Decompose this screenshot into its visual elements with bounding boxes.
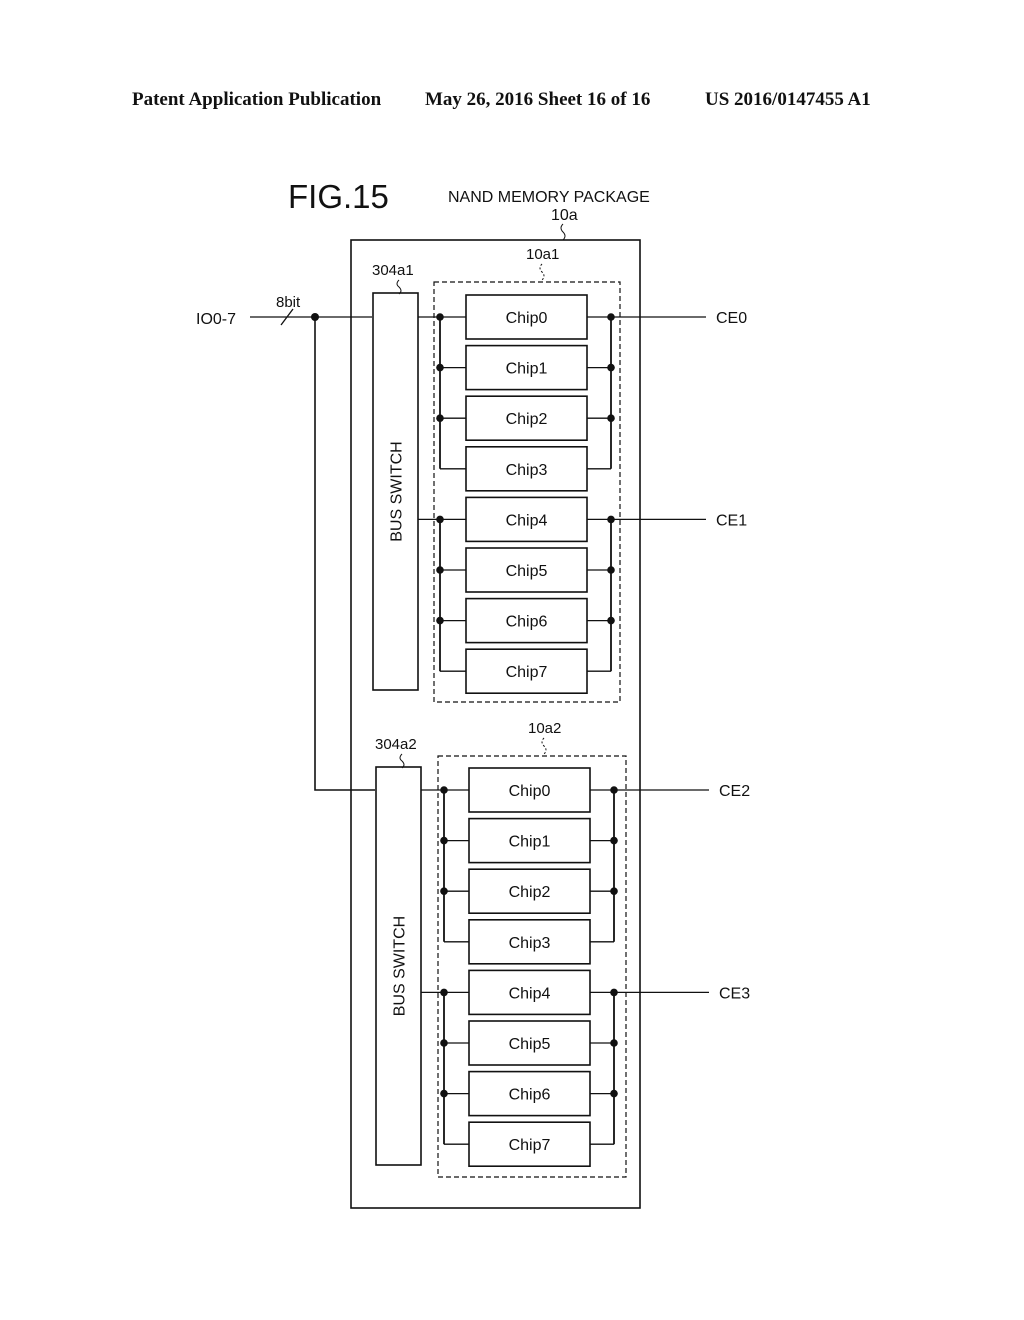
chip-group-ref: 10a2	[528, 720, 561, 737]
chip-label: Chip7	[506, 664, 548, 681]
chip-label: Chip3	[509, 935, 551, 952]
chip-label: Chip2	[509, 884, 551, 901]
chip-label: Chip3	[506, 462, 548, 479]
junction-dot	[607, 616, 615, 625]
input-label: IO0-7	[196, 311, 236, 328]
junction-dot	[436, 515, 444, 524]
chip-group-ref-leader	[541, 737, 547, 755]
chip-label: Chip6	[509, 1087, 551, 1104]
junction-dot	[436, 363, 444, 372]
chip-label: Chip4	[509, 985, 551, 1002]
figure-title: FIG.15	[288, 178, 389, 215]
junction-dot	[436, 616, 444, 625]
ce-label: CE0	[716, 310, 747, 327]
junction-dot	[436, 566, 444, 574]
chip-label: Chip5	[509, 1036, 551, 1053]
junction-dot	[610, 786, 618, 794]
junction-dot	[436, 414, 444, 423]
junction-dot	[440, 836, 448, 845]
chip-label: Chip5	[506, 563, 548, 580]
package-ref-leader	[560, 223, 566, 241]
ce-label: CE1	[716, 512, 747, 529]
junction-dot	[607, 566, 615, 574]
junction-dot	[607, 313, 615, 321]
chip-label: Chip0	[509, 783, 551, 800]
bus-switch-ref-leader	[399, 753, 405, 769]
input-branch-line	[314, 317, 375, 791]
junction-dot	[610, 836, 618, 845]
bus-switch-label: BUS SWITCH	[392, 916, 409, 1016]
junction-dot	[440, 1089, 448, 1098]
junction-dot	[436, 313, 444, 321]
package-ref: 10a	[551, 207, 578, 224]
package-label: NAND MEMORY PACKAGE	[448, 189, 650, 206]
bus-switch-ref-leader	[396, 279, 402, 295]
chip-label: Chip1	[506, 361, 548, 378]
bus-switch-ref: 304a1	[372, 262, 414, 279]
chip-label: Chip4	[506, 512, 548, 529]
junction-dot	[440, 786, 448, 794]
bus-width-label: 8bit	[276, 294, 301, 311]
nand-package-diagram: FIG.15 NAND MEMORY PACKAGE 10a IO0-7 8bi…	[196, 178, 750, 1209]
junction-dot	[440, 887, 448, 895]
junction-dot	[607, 515, 615, 524]
chip-label: Chip7	[509, 1137, 551, 1154]
junction-dot	[610, 887, 618, 895]
chip-label: Chip2	[506, 411, 548, 428]
chip-label: Chip6	[506, 614, 548, 631]
bus-switch-ref: 304a2	[375, 736, 417, 753]
ce-label: CE2	[719, 783, 750, 800]
junction-dot	[440, 988, 448, 997]
chip-group-ref: 10a1	[526, 246, 559, 263]
ce-label: CE3	[719, 985, 750, 1002]
junction-dot	[610, 988, 618, 997]
junction-dot	[607, 414, 615, 423]
chip-label: Chip0	[506, 310, 548, 327]
junction-dot	[610, 1039, 618, 1047]
junction-dot	[607, 363, 615, 372]
bus-switch-label: BUS SWITCH	[389, 441, 406, 541]
chip-group-ref-leader	[539, 263, 545, 281]
junction-dot	[440, 1039, 448, 1047]
junction-dot	[610, 1089, 618, 1098]
chip-label: Chip1	[509, 834, 551, 851]
